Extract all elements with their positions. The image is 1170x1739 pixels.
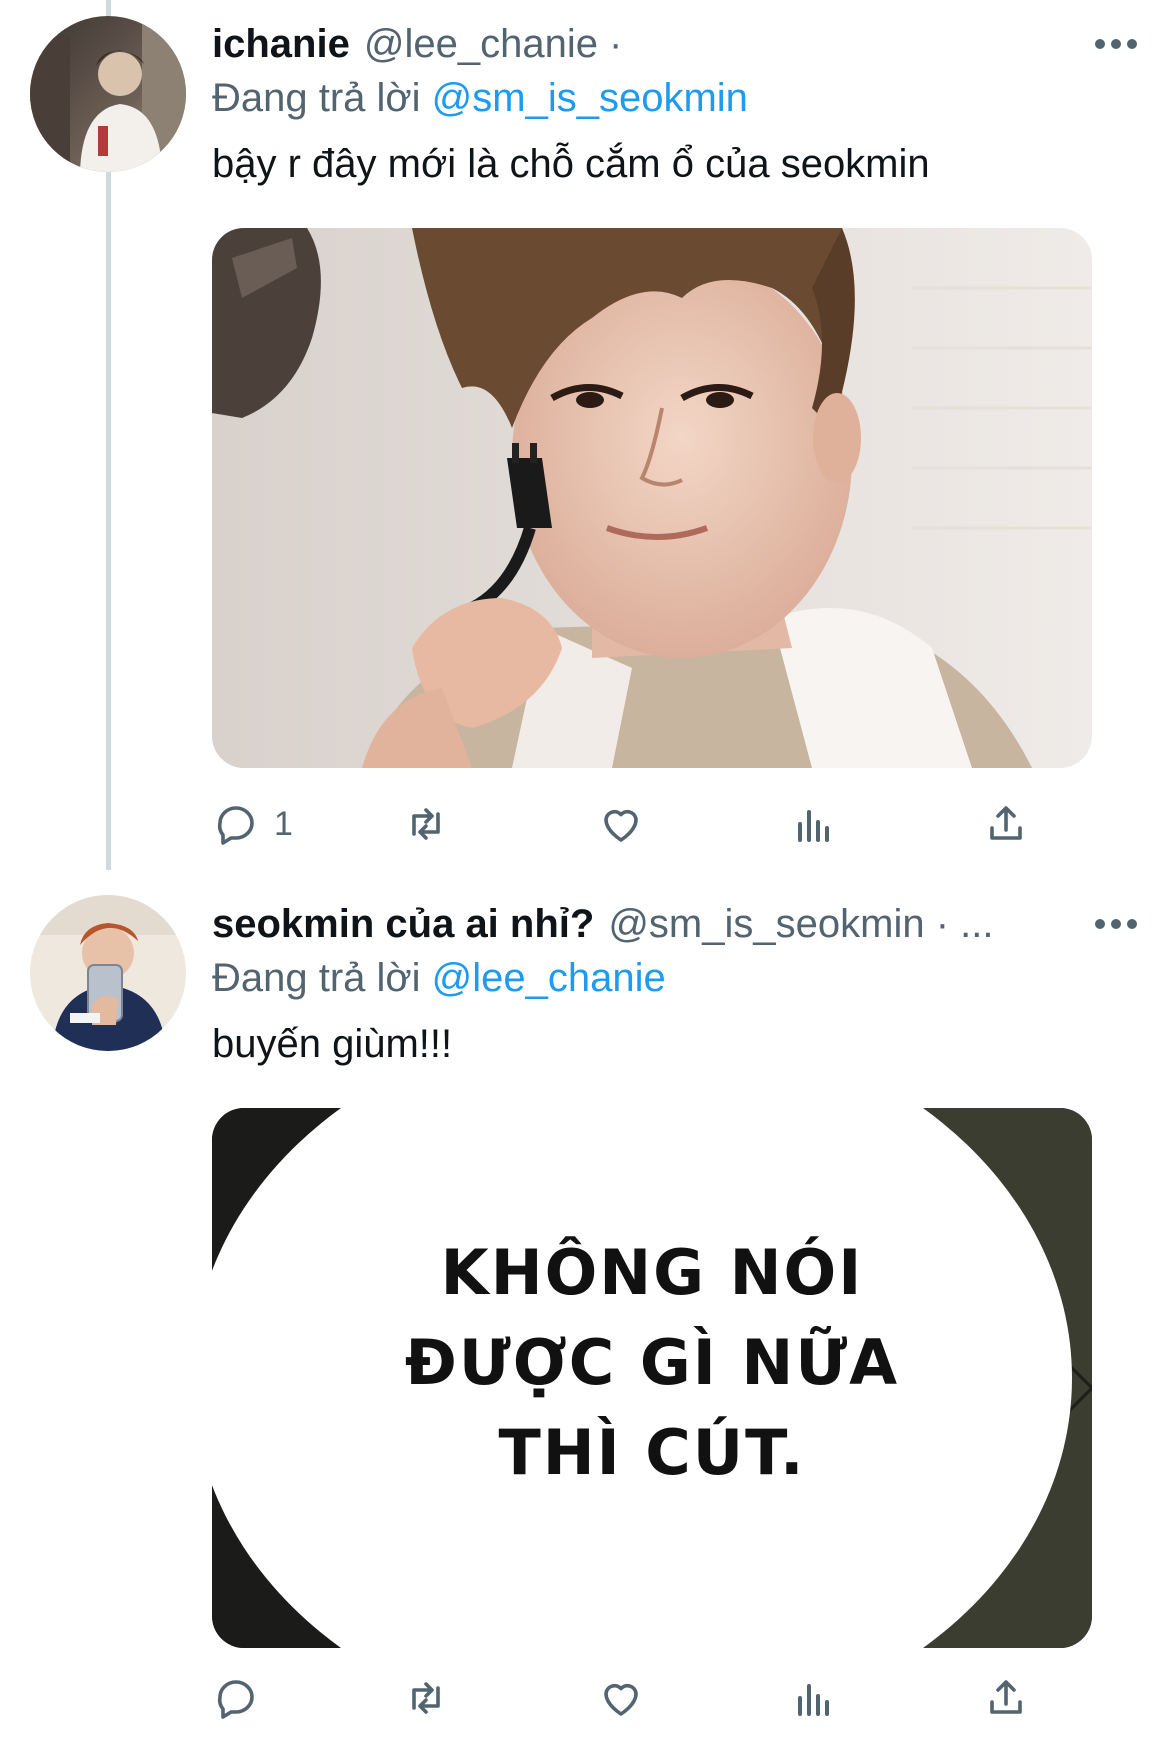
tweet-text: bậy r đây mới là chỗ cắm ổ của seokmin [212,142,930,186]
handle[interactable]: @sm_is_seokmin · ... [608,902,993,946]
replying-to-prefix: Đang trả lời [212,956,421,1000]
more-options-button[interactable] [1088,902,1144,946]
more-options-button[interactable] [1088,22,1144,66]
meme-caption: KHÔNG NÓI ĐƯỢC GÌ NỮA THÌ CÚT. [212,1228,1092,1498]
share-upload-icon [990,1680,1022,1714]
reply-bubble-icon [217,1680,254,1719]
reply-count: 1 [274,804,293,843]
views-button[interactable] [790,1670,852,1726]
meme-line: THÌ CÚT. [498,1416,806,1489]
like-button[interactable] [597,1670,659,1726]
like-button[interactable] [597,796,659,852]
display-name[interactable]: ichanie [212,22,350,66]
mention-link[interactable]: @sm_is_seokmin [432,76,748,120]
reply-button[interactable] [212,1670,274,1726]
avatar[interactable] [30,16,186,172]
heart-icon [604,809,638,842]
share-button[interactable] [982,1670,1030,1726]
views-bar-chart-icon [798,810,829,842]
handle[interactable]: @lee_chanie · [364,22,623,66]
views-bar-chart-icon [798,1684,829,1716]
meme-line: ĐƯỢC GÌ NỮA [404,1326,900,1399]
retweet-icon [412,1682,440,1714]
meme-line: KHÔNG NÓI [440,1236,864,1309]
replying-to: Đang trả lời @lee_chanie [212,952,666,1004]
retweet-button[interactable] [402,796,464,852]
mention-link[interactable]: @lee_chanie [432,956,666,1000]
more-horizontal-icon [1095,39,1137,49]
tweet-photo[interactable]: KHÔNG NÓI ĐƯỢC GÌ NỮA THÌ CÚT. [212,1108,1092,1648]
tweet-text: buyến giùm!!! [212,1022,453,1066]
reply-bubble-icon [217,806,254,845]
tweet-photo[interactable] [212,228,1092,768]
share-upload-icon [990,806,1022,840]
reply-button[interactable]: 1 [212,796,293,852]
tweet-actions [212,1670,1092,1726]
avatar[interactable] [30,895,186,1051]
retweet-button[interactable] [402,1670,464,1726]
share-button[interactable] [982,796,1030,852]
tweet[interactable]: ichanie @lee_chanie · Đang trả lời @sm_is… [0,0,1170,870]
tweet-header: ichanie @lee_chanie · [212,18,1082,70]
replying-to: Đang trả lời @sm_is_seokmin [212,72,748,124]
tweet-actions: 1 [212,796,1092,852]
replying-to-prefix: Đang trả lời [212,76,421,120]
more-horizontal-icon [1095,919,1137,929]
display-name[interactable]: seokmin của ai nhỉ? [212,902,594,946]
heart-icon [604,1683,638,1716]
tweet[interactable]: seokmin của ai nhỉ? @sm_is_seokmin · ... … [0,880,1170,1739]
retweet-icon [412,808,440,840]
tweet-header: seokmin của ai nhỉ? @sm_is_seokmin · ... [212,898,1082,950]
views-button[interactable] [790,796,852,852]
